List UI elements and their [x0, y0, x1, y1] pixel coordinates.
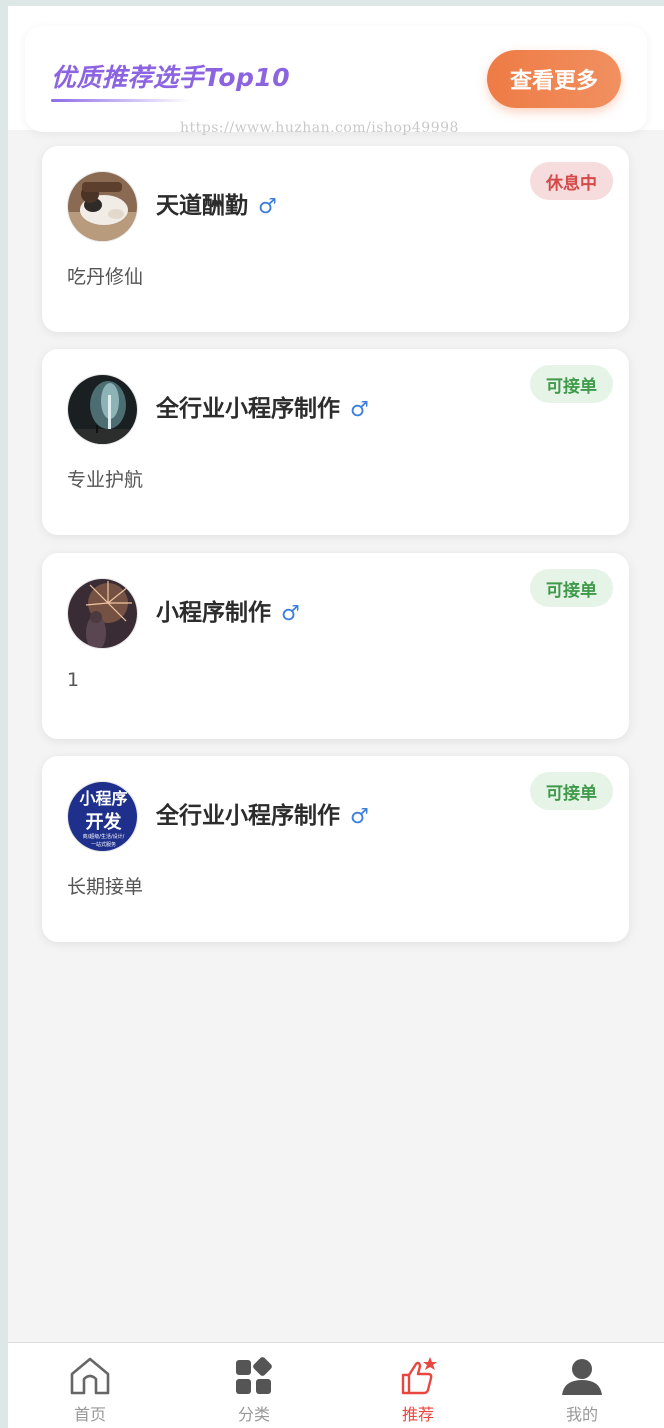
category-icon [236, 1357, 272, 1394]
player-name: 天道酬勤 [156, 193, 248, 219]
player-card[interactable]: 小程序 开发 商/超级/生活/设计/ 一站式服务 全行业小程序制作 ♂ 长期接单 … [42, 756, 629, 942]
player-card[interactable]: 全行业小程序制作 ♂ 专业护航 可接单 [42, 349, 629, 535]
tab-home[interactable]: 首页 [8, 1343, 172, 1428]
status-badge: 休息中 [530, 162, 613, 200]
tab-category[interactable]: 分类 [172, 1343, 336, 1428]
tab-label: 分类 [237, 1405, 270, 1424]
tab-recommend[interactable]: 推荐 [336, 1343, 500, 1428]
player-avatar [67, 578, 138, 649]
home-icon [70, 1357, 110, 1395]
watermark-text: https://www.huzhan.com/ishop49998 [180, 120, 459, 136]
player-name-row: 全行业小程序制作 ♂ [156, 389, 369, 423]
avatar-text-line1: 小程序 [79, 789, 127, 808]
view-more-button[interactable]: 查看更多 [487, 50, 621, 108]
avatar-text-line3: 商/超级/生活/设计/ [83, 833, 125, 840]
player-card[interactable]: 小程序制作 ♂ 1 可接单 [42, 553, 629, 739]
male-icon: ♂ [350, 397, 369, 421]
male-icon: ♂ [281, 601, 300, 625]
top10-header-card: 优质推荐选手Top10 查看更多 [25, 26, 647, 132]
tab-label: 我的 [565, 1405, 598, 1424]
male-icon: ♂ [258, 194, 277, 218]
title-underline [51, 99, 191, 102]
status-badge: 可接单 [530, 365, 613, 403]
tab-mine[interactable]: 我的 [500, 1343, 664, 1428]
player-card[interactable]: 天道酬勤 ♂ 吃丹修仙 休息中 [42, 146, 629, 332]
status-badge: 可接单 [530, 772, 613, 810]
player-avatar [67, 171, 138, 242]
player-description: 专业护航 [67, 469, 144, 491]
player-name: 小程序制作 [156, 600, 271, 626]
page-title: 优质推荐选手Top10 [51, 63, 291, 92]
status-badge: 可接单 [530, 569, 613, 607]
player-avatar: 小程序 开发 商/超级/生活/设计/ 一站式服务 [67, 781, 138, 852]
player-name-row: 全行业小程序制作 ♂ [156, 796, 369, 830]
player-description: 1 [67, 669, 80, 691]
player-name: 全行业小程序制作 [156, 803, 340, 829]
player-name: 全行业小程序制作 [156, 396, 340, 422]
user-icon [562, 1359, 602, 1395]
player-description: 长期接单 [67, 876, 144, 898]
player-avatar [67, 374, 138, 445]
player-name-row: 天道酬勤 ♂ [156, 186, 277, 220]
app-screen: 优质推荐选手Top10 查看更多 https://www.huzhan.com/… [8, 6, 664, 1428]
avatar-text-line4: 一站式服务 [91, 841, 116, 848]
thumbs-up-icon [401, 1357, 437, 1395]
avatar-text-line2: 开发 [86, 811, 123, 833]
male-icon: ♂ [350, 804, 369, 828]
bottom-tab-bar: 首页 分类 推荐 我的 [8, 1342, 664, 1428]
player-description: 吃丹修仙 [67, 266, 144, 288]
tab-label: 推荐 [401, 1405, 434, 1424]
player-name-row: 小程序制作 ♂ [156, 593, 300, 627]
tab-label: 首页 [73, 1405, 106, 1424]
